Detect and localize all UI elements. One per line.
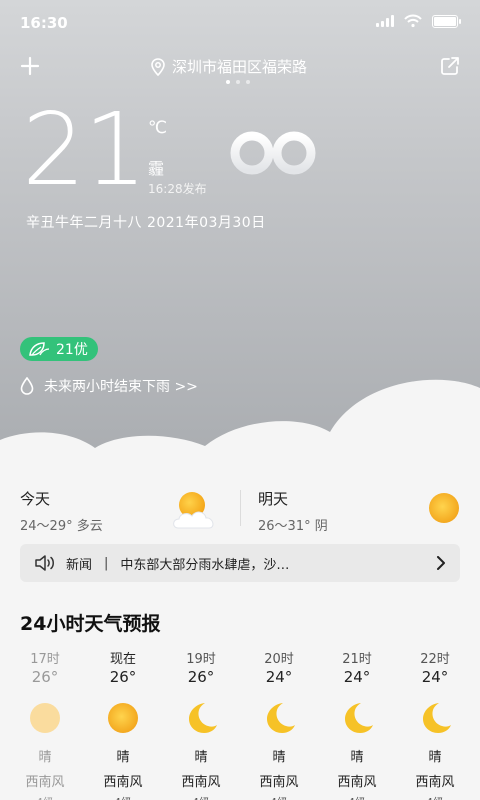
hourly-temp: 26° bbox=[109, 668, 137, 686]
wifi-icon bbox=[404, 14, 422, 28]
hourly-wind: 西南风 bbox=[337, 775, 377, 790]
hourly-condition: 晴 bbox=[116, 750, 130, 765]
hourly-item: 17时 26° 晴 西南风 4级 bbox=[6, 648, 84, 800]
hourly-time: 22时 bbox=[420, 652, 450, 667]
location-selector[interactable]: 深圳市福田区福荣路 bbox=[150, 56, 307, 77]
sun-icon bbox=[429, 493, 459, 523]
hourly-item: 22时 24° 晴 西南风 4级 bbox=[396, 648, 474, 800]
hourly-temp: 24° bbox=[343, 668, 371, 686]
aqi-badge[interactable]: 21优 bbox=[20, 337, 98, 361]
hourly-time: 现在 bbox=[109, 652, 136, 667]
publish-time: 16:28发布 bbox=[148, 182, 207, 196]
date-text: 辛丑牛年二月十八 2021年03月30日 bbox=[26, 215, 266, 231]
signal-icon bbox=[376, 15, 394, 27]
hourly-wind-level: 4级 bbox=[6, 794, 84, 800]
water-drop-icon bbox=[20, 377, 34, 395]
hourly-temp: 26° bbox=[31, 668, 59, 686]
hourly-wind: 西南风 bbox=[25, 775, 65, 790]
hourly-wind-level: 4级 bbox=[162, 794, 240, 800]
hourly-condition: 晴 bbox=[194, 750, 208, 765]
page-indicator bbox=[226, 80, 250, 84]
hourly-wind-level: 4级 bbox=[318, 794, 396, 800]
hourly-condition: 晴 bbox=[428, 750, 442, 765]
sun-icon bbox=[30, 703, 60, 733]
speaker-icon bbox=[35, 555, 54, 571]
hourly-wind-level: 4级 bbox=[240, 794, 318, 800]
news-separator: | bbox=[104, 555, 109, 571]
hourly-temp: 24° bbox=[421, 668, 449, 686]
hourly-time: 17时 bbox=[30, 652, 60, 667]
haze-icon bbox=[230, 131, 316, 175]
hourly-wind: 西南风 bbox=[103, 775, 143, 790]
partly-cloudy-icon bbox=[173, 492, 214, 529]
hourly-section-title: 24小时天气预报 bbox=[20, 613, 161, 635]
hourly-forecast-list[interactable]: 17时 26° 晴 西南风 4级 现在 26° 晴 西南风 4级 19时 26°… bbox=[6, 648, 480, 800]
aqi-label: 21优 bbox=[56, 342, 88, 358]
hourly-item: 现在 26° 晴 西南风 4级 bbox=[84, 648, 162, 800]
page-dot bbox=[246, 80, 250, 84]
hourly-item: 19时 26° 晴 西南风 4级 bbox=[162, 648, 240, 800]
moon-icon bbox=[345, 703, 373, 733]
sun-icon bbox=[108, 703, 138, 733]
hourly-wind-level: 4级 bbox=[396, 794, 474, 800]
hourly-temp: 26° bbox=[187, 668, 215, 686]
moon-icon bbox=[189, 703, 217, 733]
hourly-wind-level: 4级 bbox=[84, 794, 162, 800]
news-tag: 新闻 bbox=[66, 557, 93, 573]
add-city-button[interactable] bbox=[18, 54, 42, 78]
news-banner[interactable]: 新闻 | 中东部大部分雨水肆虐，沙… bbox=[20, 544, 460, 582]
hourly-time: 21时 bbox=[342, 652, 372, 667]
current-temperature: 21 bbox=[22, 91, 147, 208]
current-condition: 霾 bbox=[148, 159, 165, 178]
moon-icon bbox=[267, 703, 295, 733]
share-button[interactable] bbox=[438, 54, 462, 78]
hourly-time: 19时 bbox=[186, 652, 216, 667]
status-time: 16:30 bbox=[20, 14, 68, 32]
hourly-condition: 晴 bbox=[350, 750, 364, 765]
news-headline: 中东部大部分雨水肆虐，沙… bbox=[120, 557, 290, 573]
leaf-icon bbox=[29, 342, 50, 356]
rain-forecast-link[interactable]: 未来两小时结束下雨 >> bbox=[20, 376, 198, 396]
hourly-wind: 西南风 bbox=[259, 775, 299, 790]
hourly-wind: 西南风 bbox=[415, 775, 455, 790]
hourly-wind: 西南风 bbox=[181, 775, 221, 790]
day-divider bbox=[240, 490, 241, 526]
status-bar: 16:30 bbox=[0, 0, 480, 44]
hourly-condition: 晴 bbox=[38, 750, 52, 765]
hourly-temp: 24° bbox=[265, 668, 293, 686]
battery-icon bbox=[432, 14, 461, 28]
hourly-item: 21时 24° 晴 西南风 4级 bbox=[318, 648, 396, 800]
page-dot bbox=[236, 80, 240, 84]
hourly-time: 20时 bbox=[264, 652, 294, 667]
hourly-item: 20时 24° 晴 西南风 4级 bbox=[240, 648, 318, 800]
temperature-unit: ℃ bbox=[148, 118, 168, 138]
location-label: 深圳市福田区福荣路 bbox=[172, 58, 308, 76]
status-icons bbox=[376, 14, 461, 28]
chevron-right-icon bbox=[437, 556, 445, 570]
moon-icon bbox=[423, 703, 451, 733]
location-pin-icon bbox=[151, 57, 165, 76]
page-dot bbox=[226, 80, 230, 84]
hourly-condition: 晴 bbox=[272, 750, 286, 765]
rain-tip-text: 未来两小时结束下雨 >> bbox=[44, 379, 198, 395]
